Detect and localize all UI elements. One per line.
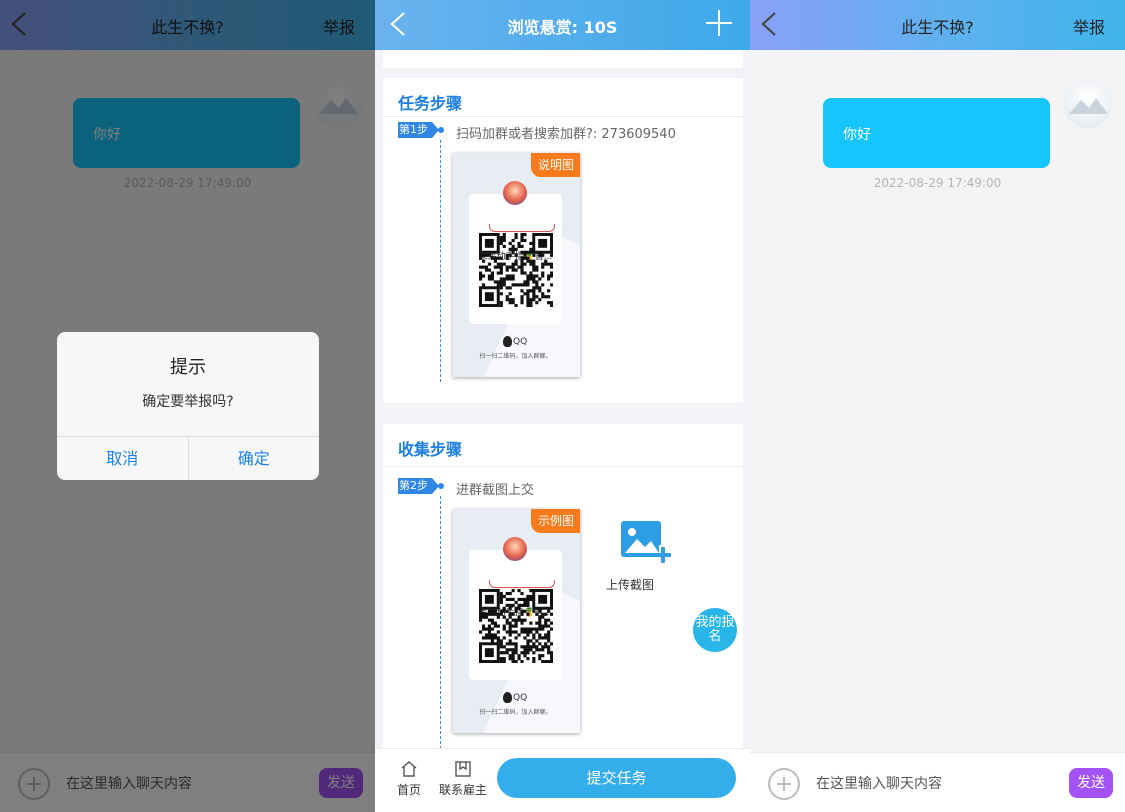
image-upload-icon[interactable] bbox=[619, 519, 671, 565]
qq-text: QQ bbox=[513, 337, 528, 347]
divider bbox=[383, 466, 743, 467]
chat-title: 此生不换? bbox=[901, 18, 974, 37]
qr-code bbox=[479, 233, 553, 307]
step-line bbox=[440, 496, 441, 749]
qq-text: QQ bbox=[513, 693, 528, 703]
chat-input[interactable]: 在这里输入聊天内容 bbox=[816, 773, 942, 793]
task-steps-section: 任务步骤 第1步 扫码加群或者搜索加群?: 273609540 说明图 呆呆动手… bbox=[383, 78, 743, 403]
step-dot bbox=[438, 127, 444, 133]
step-dot bbox=[438, 483, 444, 489]
example-image[interactable]: 示例图 呆呆动手指🍍官... 扫一扫二维码，加入群聊。 QQ bbox=[453, 509, 580, 733]
bookmark-icon bbox=[455, 761, 471, 777]
dialog-buttons: 取消 确定 bbox=[57, 436, 319, 480]
highlight-mark bbox=[489, 580, 555, 588]
report-confirm-dialog: 提示 确定要举报吗? 取消 确定 bbox=[57, 332, 319, 480]
step-tag: 第1步 bbox=[398, 122, 439, 138]
qr-code bbox=[479, 589, 553, 663]
chat-header: 此生不换? 举报 bbox=[750, 0, 1125, 50]
illustration-badge: 说明图 bbox=[530, 153, 580, 177]
qq-label: QQ bbox=[503, 336, 527, 347]
nav-contact-label: 联系雇主 bbox=[439, 783, 488, 797]
nav-home-label: 首页 bbox=[397, 783, 422, 797]
task-header: 浏览悬赏: 10S bbox=[375, 0, 750, 50]
step-text: 进群截图上交 bbox=[456, 483, 535, 498]
dialog-message: 确定要举报吗? bbox=[142, 394, 234, 410]
group-avatar bbox=[503, 537, 527, 561]
example-badge: 示例图 bbox=[530, 509, 580, 533]
report-button[interactable]: 举报 bbox=[1073, 14, 1105, 38]
collect-steps-section: 收集步骤 第2步 进群截图上交 示例图 呆呆动手指🍍官... 扫一扫二维码，加入… bbox=[383, 424, 743, 749]
qq-penguin-icon bbox=[503, 336, 512, 347]
confirm-button[interactable]: 确定 bbox=[189, 437, 320, 480]
qr-caption: 扫一扫二维码，加入群聊。 bbox=[479, 353, 552, 360]
chat-screen-with-dialog: 此生不换? 举报 你好 2022-08-29 17:49:00 在这里输入聊天内… bbox=[0, 0, 375, 812]
group-avatar bbox=[503, 181, 527, 205]
illustration-image[interactable]: 说明图 呆呆动手指🍍官... 扫一扫二维码，加入群聊。 QQ bbox=[453, 153, 580, 377]
message-time: 2022-08-29 17:49:00 bbox=[873, 176, 1002, 190]
task-title: 浏览悬赏: 10S bbox=[507, 18, 618, 37]
chat-input-bar: 在这里输入聊天内容 发送 bbox=[750, 752, 1125, 812]
qq-label: QQ bbox=[503, 692, 527, 703]
chat-screen: 此生不换? 举报 你好 2022-08-29 17:49:00 在这里输入聊天内… bbox=[750, 0, 1125, 812]
my-signup-button[interactable]: 我的报名 bbox=[693, 608, 737, 652]
task-detail-screen: 任务步骤 第1步 扫码加群或者搜索加群?: 273609540 说明图 呆呆动手… bbox=[375, 0, 750, 812]
qr-caption: 扫一扫二维码，加入群聊。 bbox=[479, 709, 552, 716]
message-bubble: 你好 bbox=[823, 98, 1050, 168]
send-button[interactable]: 发送 bbox=[1069, 768, 1113, 798]
previous-section-edge bbox=[383, 50, 743, 68]
qq-penguin-icon bbox=[503, 692, 512, 703]
divider bbox=[383, 116, 743, 117]
plus-icon[interactable] bbox=[706, 10, 732, 36]
submit-task-button[interactable]: 提交任务 bbox=[497, 758, 736, 798]
highlight-mark bbox=[489, 224, 555, 232]
step-line bbox=[440, 140, 441, 382]
step-text: 扫码加群或者搜索加群?: 273609540 bbox=[456, 127, 676, 142]
dialog-title: 提示 bbox=[170, 357, 206, 378]
add-circle-icon[interactable] bbox=[768, 768, 800, 800]
task-steps-title: 任务步骤 bbox=[398, 94, 463, 113]
nav-contact[interactable]: 联系雇主 bbox=[439, 760, 487, 798]
collect-steps-title: 收集步骤 bbox=[398, 440, 463, 459]
bottom-bar: 首页 联系雇主 提交任务 bbox=[375, 748, 750, 812]
contact-avatar[interactable] bbox=[1063, 78, 1113, 128]
home-icon bbox=[401, 761, 417, 777]
upload-label[interactable]: 上传截图 bbox=[606, 576, 654, 593]
nav-home[interactable]: 首页 bbox=[397, 760, 421, 798]
cancel-button[interactable]: 取消 bbox=[57, 437, 189, 480]
step-tag: 第2步 bbox=[398, 478, 439, 494]
